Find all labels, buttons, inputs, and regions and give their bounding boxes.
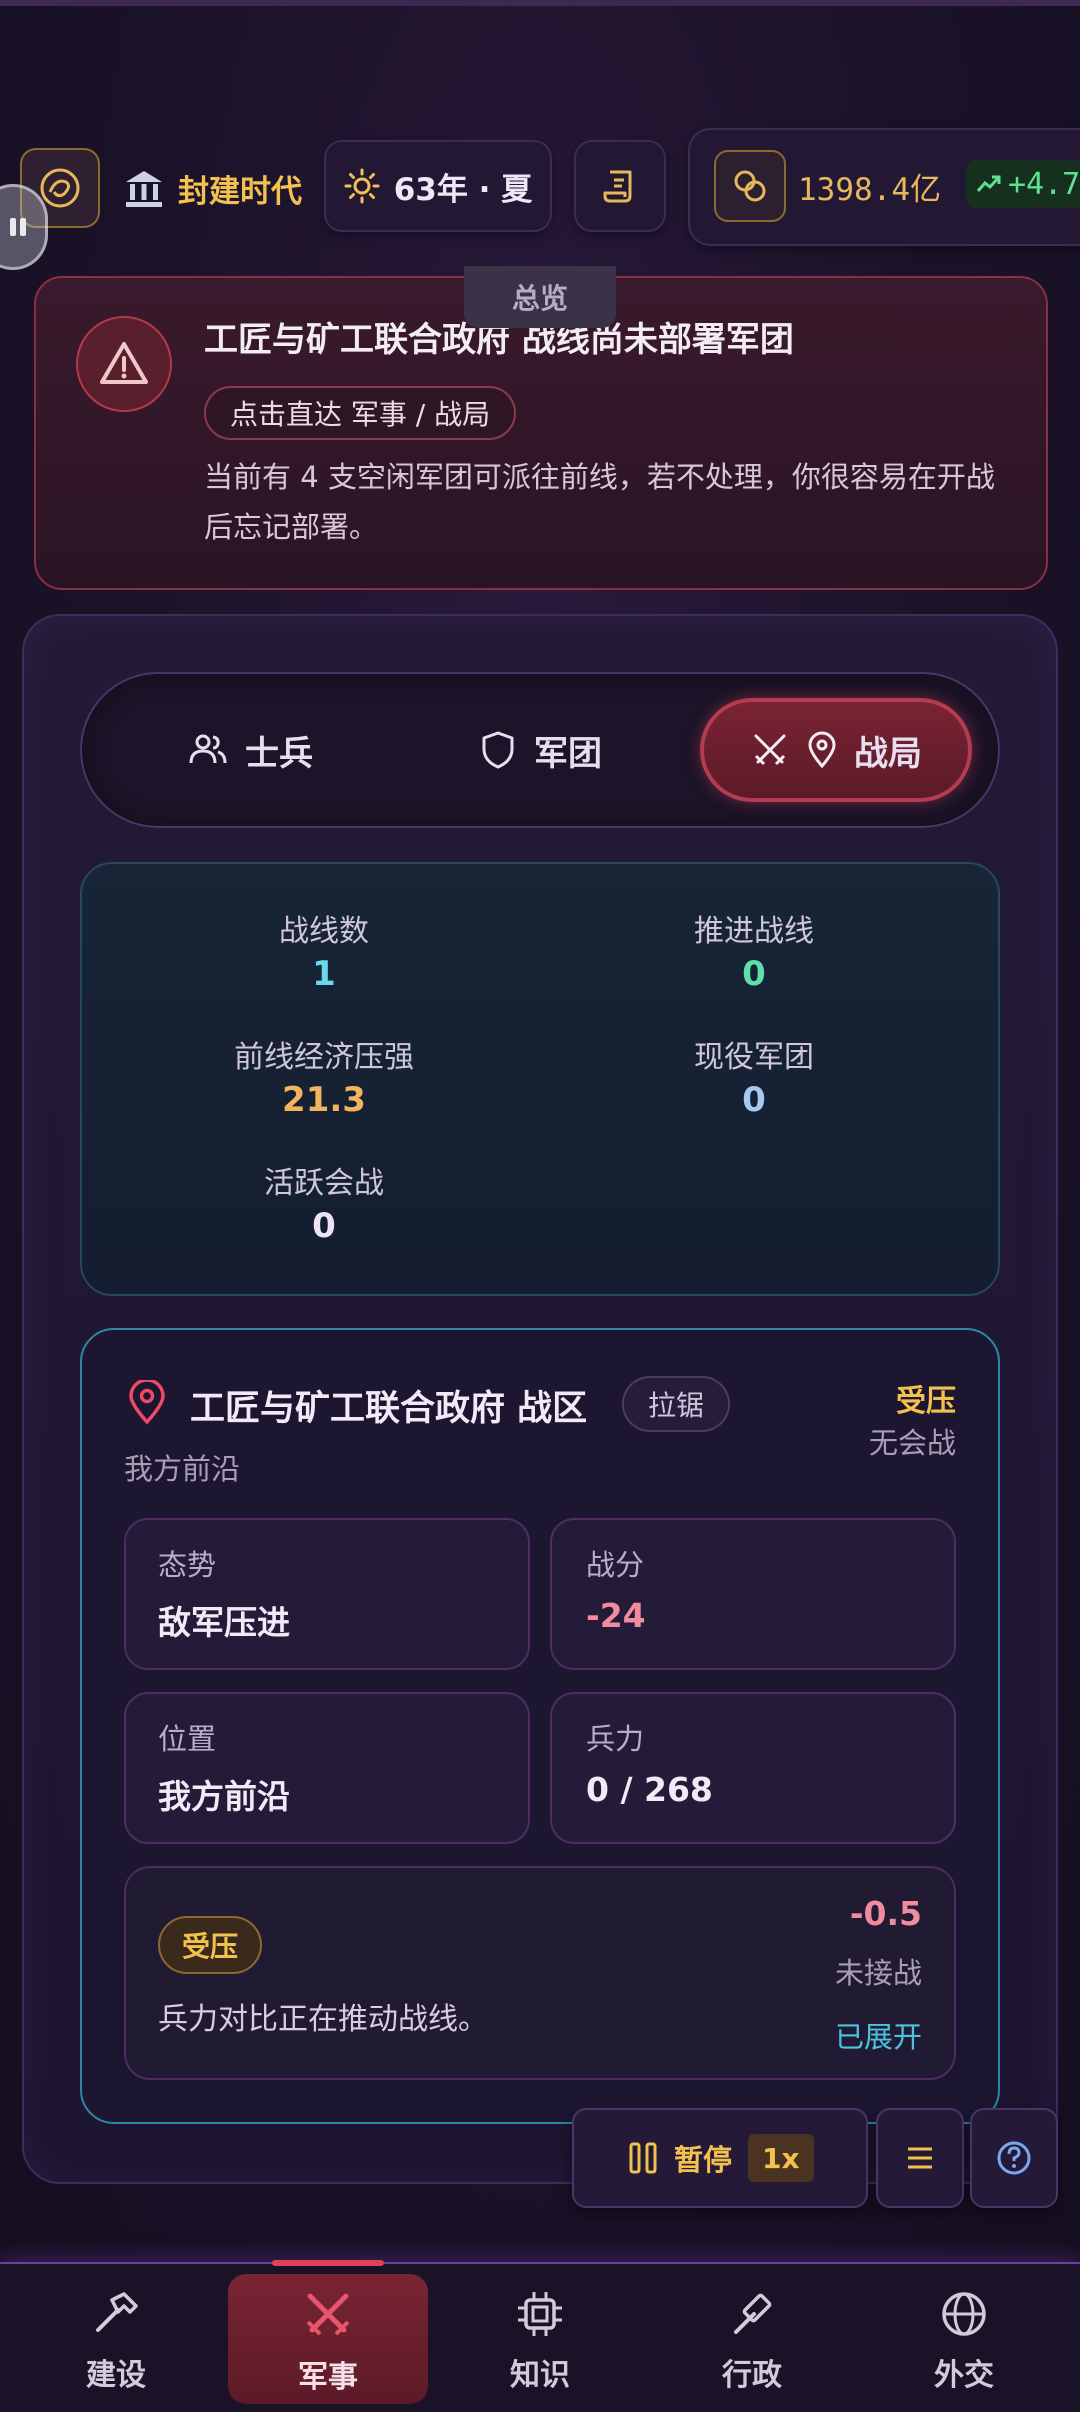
coins-icon xyxy=(734,170,766,202)
help-button[interactable] xyxy=(970,2108,1058,2208)
nav-build-label: 建设 xyxy=(86,2358,146,2393)
date-pill[interactable]: 63年 · 夏 xyxy=(324,140,552,232)
score-value: -24 xyxy=(586,1596,646,1635)
nav-diplomacy-label: 外交 xyxy=(934,2358,994,2393)
crossed-swords-icon xyxy=(306,2293,350,2336)
position-value: 我方前沿 xyxy=(158,1777,290,1816)
position-card xyxy=(124,1692,530,1844)
stat-legions: 0 xyxy=(742,1080,766,1120)
gold-value: 1398.4亿 xyxy=(798,172,941,208)
soldiers-icon xyxy=(189,734,227,764)
nav-admin-label: 行政 xyxy=(722,2358,782,2393)
alert-body: 当前有 4 支空闲军团可派往前线，若不处理，你很容易在开战后忘记部署。 xyxy=(204,460,995,544)
tab-legions[interactable]: 军团 xyxy=(410,700,670,800)
alert-icon-wrap xyxy=(76,316,172,412)
nav-military[interactable]: 军事 xyxy=(228,2276,428,2406)
stalemate-tag: 拉锯 xyxy=(622,1376,731,1432)
globe-icon xyxy=(942,2292,986,2336)
help-icon xyxy=(997,2141,1031,2175)
stat-battles-label: 活跃会战 xyxy=(264,1166,384,1201)
stat-battles: 0 xyxy=(312,1206,336,1246)
overview-tab[interactable]: 总览 xyxy=(464,266,616,328)
pause-icon xyxy=(10,218,26,236)
temple-icon xyxy=(126,171,162,207)
nav-diplomacy[interactable]: 外交 xyxy=(864,2276,1064,2406)
posture-label: 态势 xyxy=(158,1548,217,1582)
map-pin-icon xyxy=(808,731,836,769)
tab-soldiers[interactable]: 士兵 xyxy=(120,700,380,800)
score-label: 战分 xyxy=(586,1548,645,1582)
location-pin-icon xyxy=(129,1380,165,1425)
nav-active-indicator xyxy=(272,2260,384,2266)
pause-icon xyxy=(629,2142,657,2174)
stat-pressure: 21.3 xyxy=(282,1080,366,1120)
tab-legions-label: 军团 xyxy=(534,733,602,774)
coins-button[interactable] xyxy=(714,150,786,222)
zone-status: 受压 xyxy=(896,1384,956,1419)
stat-pressure-label: 前线经济压强 xyxy=(234,1040,414,1075)
era-label-group: 封建时代 xyxy=(122,162,302,214)
scroll-icon xyxy=(603,170,632,203)
crossed-swords-icon xyxy=(754,734,786,766)
zone-combat-state: 无会战 xyxy=(868,1426,956,1460)
war-zone-title: 工匠与矿工联合政府 战区 xyxy=(190,1389,588,1429)
stat-front-count: 1 xyxy=(312,954,336,994)
shield-icon xyxy=(482,731,514,769)
posture-card xyxy=(124,1518,530,1670)
time-control[interactable]: 暂停 1x xyxy=(572,2108,868,2208)
chip-icon xyxy=(518,2292,562,2336)
trend-up-icon xyxy=(976,175,1001,192)
stat-legions-label: 现役军团 xyxy=(694,1040,814,1075)
nav-admin[interactable]: 行政 xyxy=(652,2276,852,2406)
nav-build[interactable]: 建设 xyxy=(16,2276,216,2406)
pressure-badge: 受压 xyxy=(158,1916,263,1974)
menu-icon xyxy=(908,2147,932,2169)
force-value: 0 / 268 xyxy=(586,1770,713,1809)
engage-state: 未接战 xyxy=(834,1956,922,1990)
menu-button[interactable] xyxy=(876,2108,964,2208)
gold-delta: +4.7 xyxy=(1008,166,1080,202)
zone-subtitle: 我方前沿 xyxy=(124,1452,241,1486)
nav-military-label: 军事 xyxy=(298,2360,358,2395)
stat-advancing: 0 xyxy=(742,954,766,994)
tab-warfront[interactable]: 战局 xyxy=(704,700,968,800)
nav-knowledge-label: 知识 xyxy=(510,2358,570,2393)
alert-link[interactable]: 点击直达 军事 / 战局 xyxy=(204,386,517,440)
era-label: 封建时代 xyxy=(178,173,302,210)
stat-front-count-label: 战线数 xyxy=(279,914,369,949)
posture-value: 敌军压进 xyxy=(158,1603,290,1642)
sun-icon xyxy=(344,168,380,204)
gavel-icon xyxy=(734,2293,772,2334)
position-label: 位置 xyxy=(158,1722,217,1756)
force-label: 兵力 xyxy=(586,1722,645,1756)
expand-toggle[interactable]: 已展开 xyxy=(780,2014,922,2056)
chronicle-button[interactable] xyxy=(574,140,666,232)
stat-advancing-label: 推进战线 xyxy=(694,914,814,949)
warning-icon xyxy=(100,342,148,384)
gold-delta-badge: +4.7 xyxy=(966,160,1080,208)
pause-label: 暂停 xyxy=(674,2143,733,2177)
tab-warfront-label: 战局 xyxy=(854,733,922,774)
nav-knowledge[interactable]: 知识 xyxy=(440,2276,640,2406)
force-card xyxy=(550,1692,956,1844)
top-shadow xyxy=(0,0,1080,6)
pressure-value: -0.5 xyxy=(849,1894,922,1933)
hammer-icon xyxy=(96,2292,138,2332)
date-label: 63年 · 夏 xyxy=(393,171,533,208)
floating-pause-button[interactable] xyxy=(0,184,48,270)
score-card xyxy=(550,1518,956,1670)
tab-soldiers-label: 士兵 xyxy=(245,733,313,774)
speed-chip[interactable]: 1x xyxy=(748,2134,814,2182)
pressure-text: 兵力对比正在推动战线。 xyxy=(158,2002,488,2037)
